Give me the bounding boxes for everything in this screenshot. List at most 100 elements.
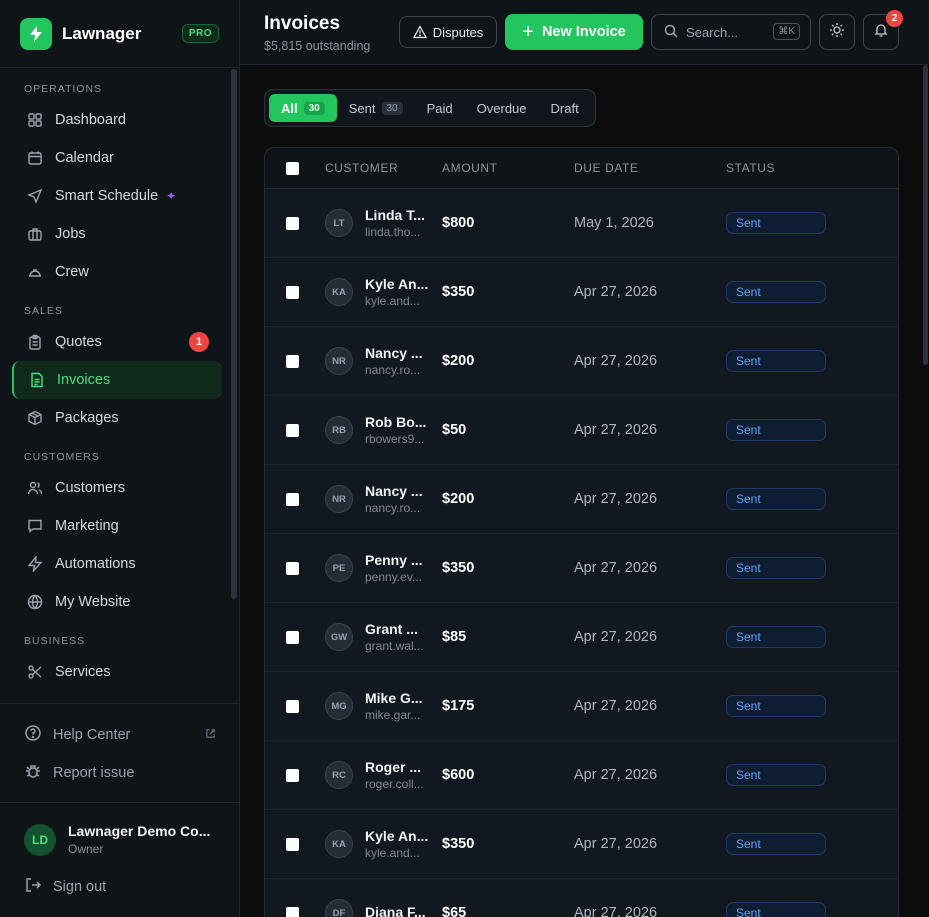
customer-avatar: MG (325, 692, 353, 720)
customer-cell[interactable]: Grant ... grant.wal... (365, 621, 431, 653)
customer-name: Kyle An... (365, 276, 429, 292)
globe-icon (26, 593, 44, 611)
sidebar-item-invoices[interactable]: Invoices (12, 361, 222, 399)
customer-cell[interactable]: Linda T... linda.tho... (365, 207, 431, 239)
due-date: Apr 27, 2026 (574, 560, 658, 576)
sidebar-item-smart-schedule[interactable]: Smart Schedule ✦ (0, 177, 240, 215)
customer-cell[interactable]: Nancy ... nancy.ro... (365, 345, 431, 377)
row-checkbox[interactable] (286, 768, 299, 782)
amount: $350 (442, 836, 475, 852)
row-checkbox[interactable] (286, 906, 299, 917)
table-row[interactable]: NR Nancy ... nancy.ro... $200 Apr 27, 2026 Se… (265, 327, 898, 396)
tab-paid[interactable]: Paid (415, 94, 465, 122)
tab-all[interactable]: All 30 (269, 94, 337, 122)
search-icon (664, 24, 678, 41)
customer-email: kyle.and... (365, 294, 420, 308)
row-checkbox[interactable] (286, 492, 299, 506)
sidebar-item-my-website[interactable]: My Website (0, 583, 240, 621)
table-row[interactable]: LT Linda T... linda.tho... $800 May 1, 2026 S… (265, 189, 898, 258)
customer-cell[interactable]: Rob Bo... rbowers9... (365, 414, 431, 446)
new-invoice-button[interactable]: + New Invoice (505, 14, 643, 50)
row-checkbox[interactable] (286, 354, 299, 368)
row-checkbox[interactable] (286, 630, 299, 644)
customer-email: linda.tho... (365, 225, 421, 239)
table-row[interactable]: MG Mike G... mike.gar... $175 Apr 27, 2026 Se… (265, 672, 898, 741)
amount: $800 (442, 215, 475, 231)
avatar: LD (24, 823, 56, 856)
customer-avatar: PE (325, 554, 353, 582)
table-row[interactable]: RC Roger ... roger.coll... $600 Apr 27, 2026… (265, 741, 898, 810)
lightning-logo-icon[interactable] (20, 17, 52, 50)
table-row[interactable]: KA Kyle An... kyle.and... $350 Apr 27, 2026 S… (265, 810, 898, 879)
row-checkbox[interactable] (286, 561, 299, 575)
row-checkbox[interactable] (286, 216, 299, 230)
plus-icon: + (522, 21, 534, 43)
customer-cell[interactable]: Mike G... mike.gar... (365, 690, 431, 722)
notifications-button[interactable]: 2 (863, 10, 903, 50)
sidebar-item-marketing[interactable]: Marketing (0, 507, 240, 545)
customer-cell[interactable]: Kyle An... kyle.and... (365, 828, 431, 860)
search-shortcut: ⌘K (773, 23, 800, 40)
customer-email: kyle.and... (365, 846, 420, 860)
row-checkbox[interactable] (286, 699, 299, 713)
column-due-date[interactable]: DUE DATE (574, 161, 639, 175)
column-customer[interactable]: CUSTOMER (325, 161, 398, 175)
search-input[interactable]: Search... ⌘K (651, 14, 811, 50)
disputes-button[interactable]: Disputes (399, 16, 497, 48)
customer-email: rbowers9... (365, 432, 425, 446)
customer-cell[interactable]: Diana F... (365, 904, 431, 917)
table-row[interactable]: KA Kyle An... kyle.and... $350 Apr 27, 2026 S… (265, 258, 898, 327)
main-scrollbar[interactable] (921, 65, 929, 365)
sidebar-item-dashboard[interactable]: Dashboard (0, 101, 240, 139)
report-issue-link[interactable]: Report issue (0, 754, 240, 792)
sidebar-item-calendar[interactable]: Calendar (0, 139, 240, 177)
tab-sent[interactable]: Sent 30 (337, 94, 415, 122)
section-label-operations: OPERATIONS (24, 83, 103, 95)
table-header: CUSTOMER AMOUNT DUE DATE STATUS (265, 148, 898, 189)
select-all-checkbox[interactable] (286, 161, 299, 175)
tab-label: Paid (426, 100, 453, 116)
column-amount[interactable]: AMOUNT (442, 161, 498, 175)
amount: $200 (442, 491, 475, 507)
status-badge: Sent (726, 350, 826, 372)
customer-email: nancy.ro... (365, 363, 421, 377)
amount: $175 (442, 698, 475, 714)
sidebar-item-jobs[interactable]: Jobs (0, 215, 240, 253)
new-invoice-label: New Invoice (541, 24, 626, 40)
sidebar-item-packages[interactable]: Packages (0, 399, 240, 437)
sidebar-item-label: Services (55, 664, 111, 680)
customer-cell[interactable]: Nancy ... nancy.ro... (365, 483, 431, 515)
due-date: May 1, 2026 (574, 215, 654, 231)
sidebar-item-quotes[interactable]: Quotes 1 (0, 323, 240, 361)
row-checkbox[interactable] (286, 285, 299, 299)
customer-cell[interactable]: Roger ... roger.coll... (365, 759, 431, 791)
sidebar-item-label: Customers (55, 480, 126, 496)
sidebar-item-customers[interactable]: Customers (0, 469, 240, 507)
table-row[interactable]: RB Rob Bo... rbowers9... $50 Apr 27, 2026 Sen… (265, 396, 898, 465)
table-row[interactable]: GW Grant ... grant.wal... $85 Apr 27, 2026 Se… (265, 603, 898, 672)
customer-email: grant.wal... (365, 639, 424, 653)
row-checkbox[interactable] (286, 423, 299, 437)
amount: $50 (442, 422, 467, 438)
help-center-link[interactable]: Help Center (0, 716, 240, 754)
theme-toggle-button[interactable] (819, 14, 855, 50)
customer-cell[interactable]: Kyle An... kyle.and... (365, 276, 431, 308)
sidebar-item-automations[interactable]: Automations (0, 545, 240, 583)
sun-icon (829, 22, 845, 43)
due-date: Apr 27, 2026 (574, 284, 658, 300)
table-row[interactable]: DF Diana F... $65 Apr 27, 2026 Sent (265, 879, 898, 917)
tab-overdue[interactable]: Overdue (465, 94, 539, 122)
customer-name: Linda T... (365, 207, 425, 223)
customer-cell[interactable]: Penny ... penny.ev... (365, 552, 431, 584)
sidebar-item-crew[interactable]: Crew (0, 253, 240, 291)
customer-name: Nancy ... (365, 483, 423, 499)
table-row[interactable]: PE Penny ... penny.ev... $350 Apr 27, 2026 Se… (265, 534, 898, 603)
column-status[interactable]: STATUS (726, 161, 775, 175)
sign-out-button[interactable]: Sign out (0, 868, 240, 906)
account-menu[interactable]: LD Lawnager Demo Co... Owner (0, 823, 240, 856)
row-checkbox[interactable] (286, 837, 299, 851)
table-row[interactable]: NR Nancy ... nancy.ro... $200 Apr 27, 2026 Se… (265, 465, 898, 534)
sidebar-item-services[interactable]: Services (0, 653, 240, 691)
tab-draft[interactable]: Draft (539, 94, 591, 122)
sign-out-label: Sign out (53, 879, 107, 895)
